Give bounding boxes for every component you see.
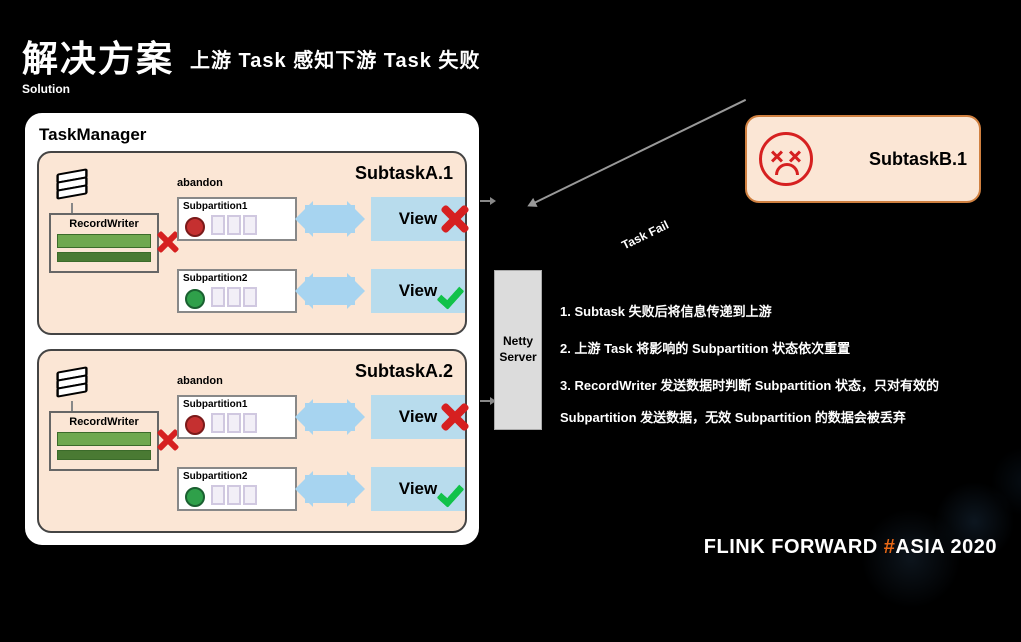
netty-server-box: Netty Server [494,270,542,430]
subtask-a1-box: SubtaskA.1 abandon RecordWriter Subparti… [37,151,467,335]
footer-flink: FLINK [704,536,765,558]
recordwriter-box: RecordWriter [49,411,159,471]
footer-asia: ASIA 2020 [895,536,997,558]
view-label: View [399,209,437,229]
task-fail-label: Task Fail [619,218,670,253]
x-icon [157,429,179,451]
status-circle-green-icon [185,289,205,309]
abandon-label: abandon [177,177,223,189]
subtask-b1-box: SubtaskB.1 [745,115,981,203]
view-box-1: View [371,395,465,439]
taskmanager-container: TaskManager SubtaskA.1 abandon RecordWri… [22,110,482,548]
view-label: View [399,407,437,427]
recordwriter-label: RecordWriter [51,416,157,428]
header: 解决方案 [22,30,174,82]
subtask-a2-title: SubtaskA.2 [355,361,453,382]
footer-forward: FORWARD [771,536,877,558]
view-label: View [399,281,437,301]
view-box-2: View [371,467,465,511]
list-item: 1. Subtask 失败后将信息传递到上游 [560,296,980,327]
page-title: 解决方案 [22,30,174,82]
footer-brand: FLINK FORWARD #ASIA 2020 [704,536,997,559]
status-circle-green-icon [185,487,205,507]
subtask-a2-box: SubtaskA.2 abandon RecordWriter Subparti… [37,349,467,533]
explanation-list: 1. Subtask 失败后将信息传递到上游 2. 上游 Task 将影响的 S… [560,296,980,439]
check-icon [439,475,467,503]
taskmanager-label: TaskManager [39,125,467,145]
status-circle-red-icon [185,415,205,435]
list-item: 3. RecordWriter 发送数据时判断 Subpartition 状态，… [560,370,980,432]
list-item: 2. 上游 Task 将影响的 Subpartition 状态依次重置 [560,333,980,364]
recordwriter-box: RecordWriter [49,213,159,273]
view-box-1: View [371,197,465,241]
x-icon [157,231,179,253]
subtask-a1-title: SubtaskA.1 [355,163,453,184]
solution-label: Solution [22,82,70,96]
abandon-label: abandon [177,375,223,387]
stack-icon [55,369,89,403]
check-icon [439,277,467,305]
hash-icon: # [884,536,896,558]
sad-face-icon [759,132,813,186]
x-icon [441,205,469,233]
netty-label: Netty Server [495,334,541,365]
status-circle-red-icon [185,217,205,237]
bidirectional-arrow-icon [305,277,355,305]
subtask-b1-label: SubtaskB.1 [869,149,967,170]
view-label: View [399,479,437,499]
page-subtitle: 上游 Task 感知下游 Task 失败 [190,44,480,73]
stack-icon [55,171,89,205]
x-icon [441,403,469,431]
view-box-2: View [371,269,465,313]
task-fail-arrow-icon [530,99,747,206]
bidirectional-arrow-icon [305,205,355,233]
recordwriter-label: RecordWriter [51,218,157,230]
connector-arrow-icon [480,400,494,402]
bidirectional-arrow-icon [305,403,355,431]
connector-arrow-icon [480,200,494,202]
bidirectional-arrow-icon [305,475,355,503]
